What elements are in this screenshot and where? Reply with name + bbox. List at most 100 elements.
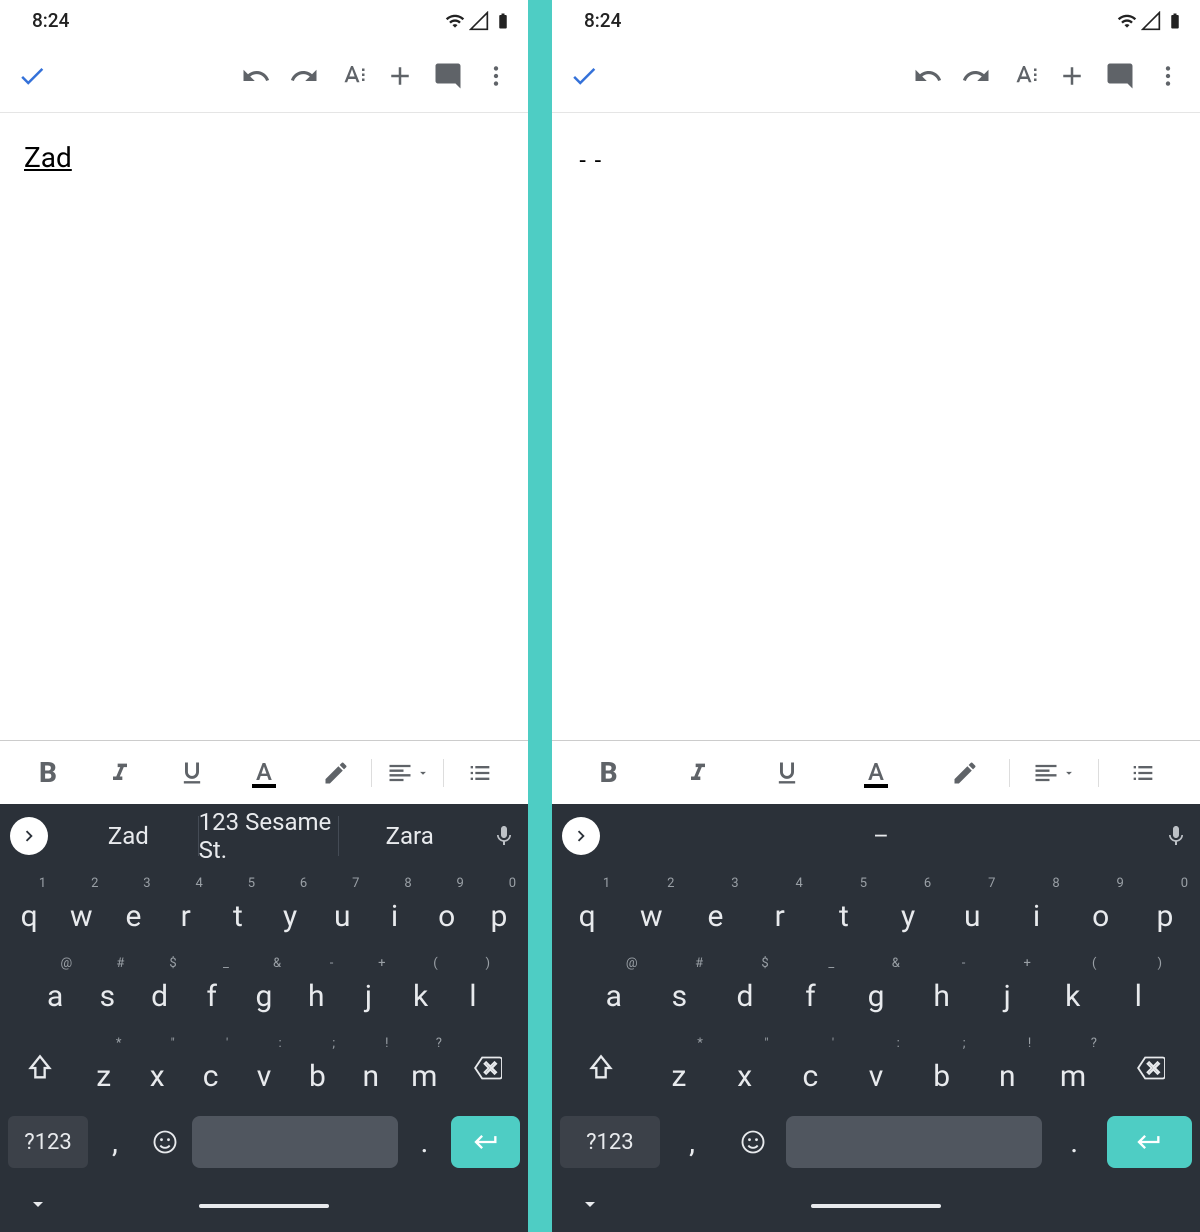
key-s[interactable]: #s <box>82 952 132 1024</box>
key-p[interactable]: 0p <box>1134 872 1196 944</box>
bold-button[interactable]: B <box>564 749 653 797</box>
comma-key[interactable]: , <box>92 1116 138 1168</box>
textcolor-button[interactable]: A <box>831 749 920 797</box>
bold-button[interactable]: B <box>12 749 84 797</box>
space-key[interactable] <box>786 1116 1042 1168</box>
key-l[interactable]: )l <box>448 952 498 1024</box>
italic-button[interactable] <box>84 749 156 797</box>
key-x[interactable]: "x <box>131 1032 182 1104</box>
emoji-key[interactable] <box>725 1116 782 1168</box>
period-key[interactable]: . <box>402 1116 448 1168</box>
key-n[interactable]: !n <box>345 1032 396 1104</box>
backspace-key[interactable] <box>452 1032 524 1104</box>
key-w[interactable]: 2w <box>620 872 682 944</box>
comment-button[interactable] <box>424 52 472 100</box>
key-q[interactable]: 1q <box>4 872 54 944</box>
align-button[interactable] <box>372 749 444 797</box>
key-w[interactable]: 2w <box>56 872 106 944</box>
space-key[interactable] <box>192 1116 398 1168</box>
key-k[interactable]: (k <box>396 952 446 1024</box>
undo-button[interactable] <box>904 52 952 100</box>
highlight-button[interactable] <box>921 749 1010 797</box>
key-g[interactable]: &g <box>239 952 289 1024</box>
expand-suggestions-button[interactable] <box>10 817 48 855</box>
key-g[interactable]: &g <box>844 952 908 1024</box>
key-v[interactable]: :v <box>238 1032 289 1104</box>
key-m[interactable]: ?m <box>1041 1032 1105 1104</box>
hide-keyboard-button[interactable] <box>578 1192 602 1220</box>
shift-key[interactable] <box>556 1032 645 1104</box>
enter-key[interactable] <box>1107 1116 1192 1168</box>
suggestion-center[interactable]: – <box>610 804 1152 868</box>
done-button[interactable] <box>8 52 56 100</box>
key-y[interactable]: 6y <box>877 872 939 944</box>
key-j[interactable]: +j <box>975 952 1039 1024</box>
key-u[interactable]: 7u <box>317 872 367 944</box>
key-m[interactable]: ?m <box>399 1032 450 1104</box>
key-i[interactable]: 8i <box>369 872 419 944</box>
key-t[interactable]: 5t <box>213 872 263 944</box>
home-indicator[interactable] <box>199 1204 329 1208</box>
italic-button[interactable] <box>653 749 742 797</box>
textformat-button[interactable] <box>328 52 376 100</box>
key-y[interactable]: 6y <box>265 872 315 944</box>
textformat-button[interactable] <box>1000 52 1048 100</box>
list-button[interactable] <box>444 749 516 797</box>
redo-button[interactable] <box>280 52 328 100</box>
key-f[interactable]: _f <box>779 952 843 1024</box>
key-t[interactable]: 5t <box>813 872 875 944</box>
key-a[interactable]: @a <box>582 952 646 1024</box>
comma-key[interactable]: , <box>664 1116 721 1168</box>
comment-button[interactable] <box>1096 52 1144 100</box>
key-a[interactable]: @a <box>30 952 80 1024</box>
enter-key[interactable] <box>451 1116 520 1168</box>
key-l[interactable]: )l <box>1107 952 1171 1024</box>
undo-button[interactable] <box>232 52 280 100</box>
home-indicator[interactable] <box>811 1204 941 1208</box>
textcolor-button[interactable]: A <box>228 749 300 797</box>
document-area[interactable]: Zad <box>0 113 528 740</box>
insert-button[interactable] <box>1048 52 1096 100</box>
insert-button[interactable] <box>376 52 424 100</box>
key-i[interactable]: 8i <box>1005 872 1067 944</box>
shift-key[interactable] <box>4 1032 76 1104</box>
underline-button[interactable] <box>742 749 831 797</box>
key-b[interactable]: ;b <box>292 1032 343 1104</box>
document-area[interactable]: -- <box>552 113 1200 740</box>
key-v[interactable]: :v <box>844 1032 908 1104</box>
hide-keyboard-button[interactable] <box>26 1192 50 1220</box>
key-h[interactable]: -h <box>910 952 974 1024</box>
key-q[interactable]: 1q <box>556 872 618 944</box>
suggestion-2[interactable]: 123 Sesame St. <box>199 804 340 868</box>
backspace-key[interactable] <box>1107 1032 1196 1104</box>
key-u[interactable]: 7u <box>941 872 1003 944</box>
highlight-button[interactable] <box>300 749 372 797</box>
key-n[interactable]: !n <box>976 1032 1040 1104</box>
expand-suggestions-button[interactable] <box>562 817 600 855</box>
key-e[interactable]: 3e <box>108 872 158 944</box>
suggestion-1[interactable]: Zad <box>58 804 199 868</box>
key-r[interactable]: 4r <box>161 872 211 944</box>
key-r[interactable]: 4r <box>749 872 811 944</box>
redo-button[interactable] <box>952 52 1000 100</box>
key-j[interactable]: +j <box>343 952 393 1024</box>
key-z[interactable]: *z <box>647 1032 711 1104</box>
key-f[interactable]: _f <box>187 952 237 1024</box>
key-h[interactable]: -h <box>291 952 341 1024</box>
key-z[interactable]: *z <box>78 1032 129 1104</box>
key-b[interactable]: ;b <box>910 1032 974 1104</box>
key-c[interactable]: 'c <box>778 1032 842 1104</box>
key-d[interactable]: $d <box>134 952 184 1024</box>
period-key[interactable]: . <box>1046 1116 1103 1168</box>
emoji-key[interactable] <box>142 1116 188 1168</box>
key-p[interactable]: 0p <box>474 872 524 944</box>
key-x[interactable]: "x <box>713 1032 777 1104</box>
done-button[interactable] <box>560 52 608 100</box>
key-k[interactable]: (k <box>1041 952 1105 1024</box>
key-c[interactable]: 'c <box>185 1032 236 1104</box>
key-o[interactable]: 9o <box>1070 872 1132 944</box>
voice-input-button[interactable] <box>1152 824 1200 848</box>
underline-button[interactable] <box>156 749 228 797</box>
more-button[interactable] <box>472 52 520 100</box>
align-button[interactable] <box>1010 749 1099 797</box>
